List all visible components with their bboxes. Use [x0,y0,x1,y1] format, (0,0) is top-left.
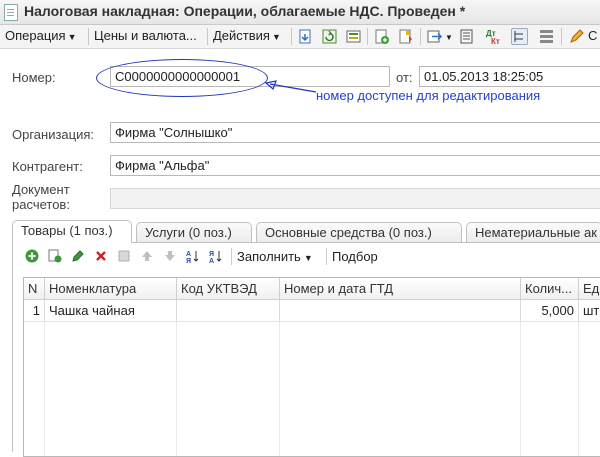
operation-menu-button[interactable]: Операция ▼ [5,28,77,45]
organization-field[interactable]: Фирма "Солнышко" [110,122,600,143]
prices-currency-button[interactable]: Цены и валюта... [94,28,197,45]
date-label: от: [396,70,413,85]
toolbar-separator [420,28,421,45]
move-up-icon [140,249,154,263]
tab-intangible-assets[interactable]: Нематериальные ак [466,222,600,242]
tab-fixed-assets[interactable]: Основные средства (0 поз.) [256,222,462,242]
chevron-down-icon: ▼ [67,32,77,42]
actions-menu-label: Действия [213,28,270,43]
chevron-down-icon[interactable]: ▼ [445,33,453,50]
settlement-document-label: Документ расчетов: [12,182,70,212]
ledger-icon[interactable] [458,28,475,45]
column-header-code[interactable]: Код УКТВЭД [177,278,280,300]
tab-services[interactable]: Услуги (0 поз.) [136,222,252,242]
column-header-gtd[interactable]: Номер и дата ГТД [280,278,521,300]
goods-tab-panel: АЯ ЯА Заполнить ▼ Подбор N Номенклатура К… [12,242,600,457]
editable-number-annotation: номер доступен для редактирования [316,88,541,103]
fill-menu-button[interactable]: Заполнить ▼ [237,249,313,264]
toolbar-separator [291,28,292,45]
toolbar-separator [88,28,89,45]
edit-pencil-icon[interactable] [568,28,585,45]
column-divider [279,322,280,456]
delete-row-icon[interactable] [94,249,108,263]
column-header-item[interactable]: Номенклатура [45,278,177,300]
svg-text:Кт: Кт [491,37,500,45]
accounting-dt-kt-icon[interactable]: Дт Кт [485,28,502,46]
number-field[interactable]: С0000000000000001 [110,66,390,87]
date-field[interactable]: 01.05.2013 18:25:05 [419,66,600,87]
operation-menu-label: Операция [5,28,66,43]
toolbar-separator [367,28,368,45]
column-header-number[interactable]: N [24,278,45,300]
sort-descending-icon[interactable]: ЯА [209,249,223,265]
counterparty-field[interactable]: Фирма "Альфа" [110,155,600,176]
toolbar-separator [561,28,562,45]
title-bar: Налоговая накладная: Операции, облагаемы… [0,0,600,25]
svg-text:Я: Я [209,251,214,258]
chevron-down-icon: ▼ [271,32,281,42]
table-cell-quantity[interactable]: 5,000 [521,300,579,322]
counterparty-label: Контрагент: [12,159,83,174]
column-divider [176,322,177,456]
refresh-icon[interactable] [321,28,338,45]
column-header-unit[interactable]: Ед. [579,278,600,300]
svg-text:Я: Я [186,258,191,263]
number-label: Номер: [12,70,56,85]
document-print-icon[interactable] [397,28,414,45]
main-toolbar: Операция ▼ Цены и валюта... Действия ▼ ▼ Д… [0,25,600,49]
go-to-icon[interactable] [426,28,443,45]
chevron-down-icon: ▼ [303,253,313,263]
settlement-document-field [110,188,600,209]
table-cell-unit[interactable]: шт [579,300,600,322]
svg-text:А: А [209,258,214,263]
settlement-label-line1: Документ [12,182,70,197]
end-edit-icon [117,249,131,263]
column-divider [578,322,579,456]
post-document-icon[interactable] [297,28,314,45]
table-cell-gtd[interactable] [280,300,521,322]
goods-table[interactable]: N Номенклатура Код УКТВЭД Номер и дата Г… [23,277,600,457]
edit-row-icon[interactable] [71,249,85,263]
document-add-icon[interactable] [373,28,390,45]
structure-icon[interactable] [511,28,528,45]
toolbar-separator [231,248,232,265]
list-icon[interactable] [538,28,555,45]
sort-ascending-icon[interactable]: АЯ [186,249,200,265]
actions-menu-button[interactable]: Действия ▼ [213,28,281,45]
annotation-arrow-icon [264,80,317,93]
toolbar-overflow-text: С [588,28,598,43]
table-cell-code[interactable] [177,300,280,322]
toolbar-separator [326,248,327,265]
copy-row-icon[interactable] [48,249,62,263]
table-cell-number[interactable]: 1 [24,300,45,322]
column-divider [44,322,45,456]
select-button[interactable]: Подбор [332,249,378,264]
document-icon [4,4,18,21]
column-divider [520,322,521,456]
toolbar-separator [207,28,208,45]
window-title: Налоговая накладная: Операции, облагаемы… [24,3,466,19]
table-cell-item[interactable]: Чашка чайная [45,300,177,322]
svg-text:А: А [186,251,191,258]
move-down-icon [163,249,177,263]
record-icon[interactable] [345,28,362,45]
organization-label: Организация: [12,127,95,142]
settlement-label-line2: расчетов: [12,197,70,212]
fill-menu-label: Заполнить [237,249,301,264]
tab-goods[interactable]: Товары (1 поз.) [12,220,132,243]
tab-strip: Товары (1 поз.) Услуги (0 поз.) Основные… [12,220,600,243]
column-header-quantity[interactable]: Колич... [521,278,579,300]
goods-toolbar: АЯ ЯА Заполнить ▼ Подбор [13,243,600,270]
add-row-icon[interactable] [25,249,39,263]
